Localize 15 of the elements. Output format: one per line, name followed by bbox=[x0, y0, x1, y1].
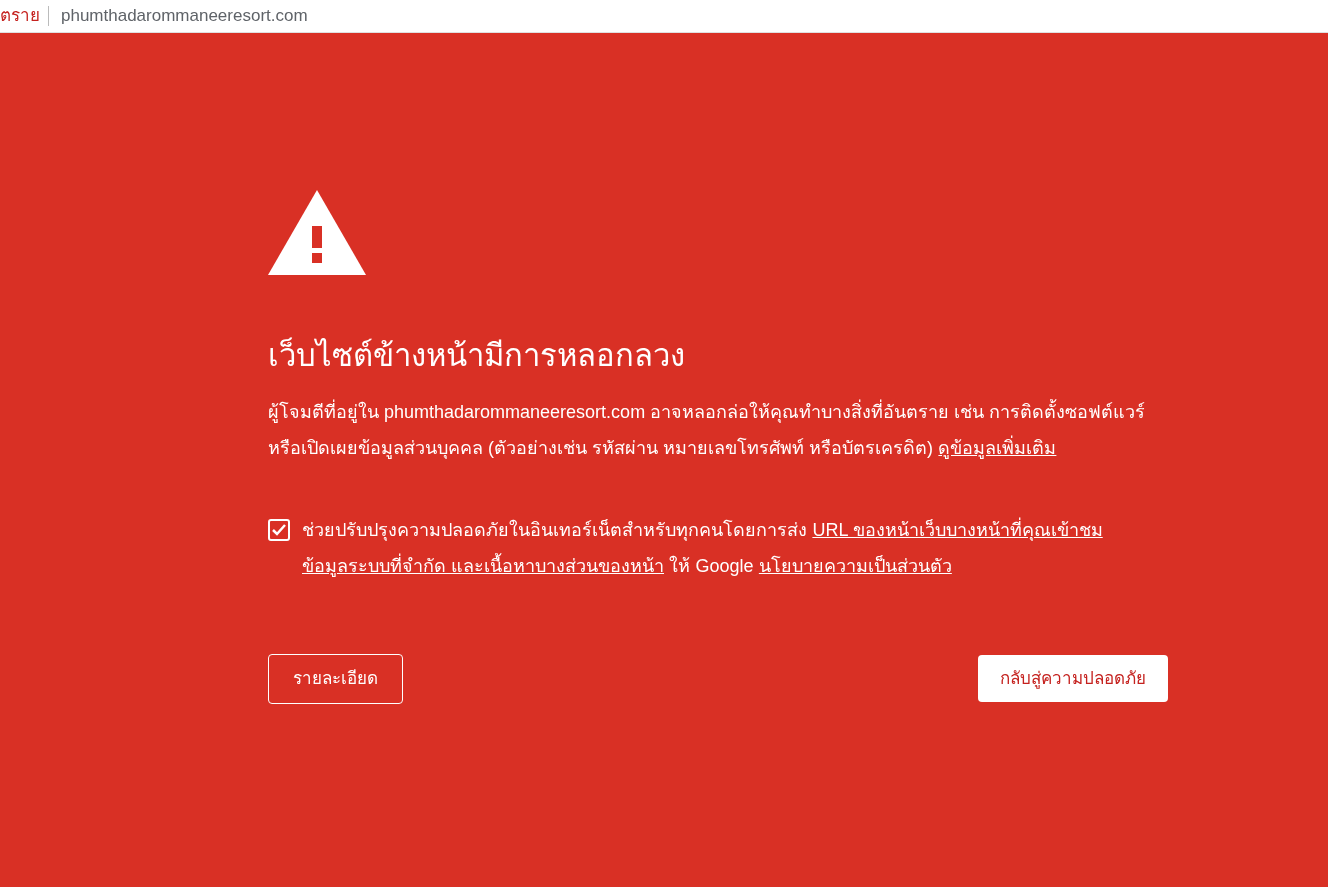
warning-icon bbox=[268, 190, 366, 275]
warning-title: เว็บไซต์ข้างหน้ามีการหลอกลวง bbox=[268, 337, 686, 375]
details-button[interactable]: รายละเอียด bbox=[268, 653, 403, 704]
warning-description: ผู้โจมตีที่อยู่ใน phumthadarommaneeresort.com อาจหลอกล่อให้คุณทำบางสิ่งที่อันตราย เช่น การติดตั้งซอฟต์แวร์หรือเปิดเผยข้อมูลส่วนบุคคล (ตัวอย่างเช่น รหัสผ่าน หมายเลขโทรศัพท์ หรือบัตรเครดิต) ดูข้อมูลเพิ่มเติม bbox=[268, 398, 1147, 461]
checkbox[interactable] bbox=[268, 518, 290, 541]
url-text: phumthadarommaneeresort.com bbox=[60, 5, 308, 28]
report-option-label: ช่วยปรับปรุงความปลอดภัยในอินเทอร์เน็ตสำหรับทุกคนโดยการส่ง URL ของหน้าเว็บบางหน้าที่คุณเข้าชม ข้อมูลระบบที่จำกัด และเนื้อหาบางส่วนของหน้า ให้ Google นโยบายความเป็นส่วนตัว bbox=[302, 516, 1104, 579]
link[interactable]: ดูข้อมูลเพิ่มเติม bbox=[938, 437, 1057, 458]
check-icon bbox=[272, 523, 286, 536]
link[interactable]: ข้อมูลระบบที่จำกัด และเนื้อหาบางส่วนของหน้า bbox=[302, 555, 664, 576]
link[interactable]: นโยบายความเป็นส่วนตัว bbox=[758, 555, 952, 576]
back-to-safety-button[interactable]: กลับสู่ความปลอดภัย bbox=[978, 655, 1168, 703]
address-bar[interactable]: ตราย phumthadarommaneeresort.com bbox=[0, 0, 1328, 33]
security-label: ตราย bbox=[0, 5, 41, 28]
link[interactable]: URL ของหน้าเว็บบางหน้าที่คุณเข้าชม bbox=[812, 519, 1103, 540]
